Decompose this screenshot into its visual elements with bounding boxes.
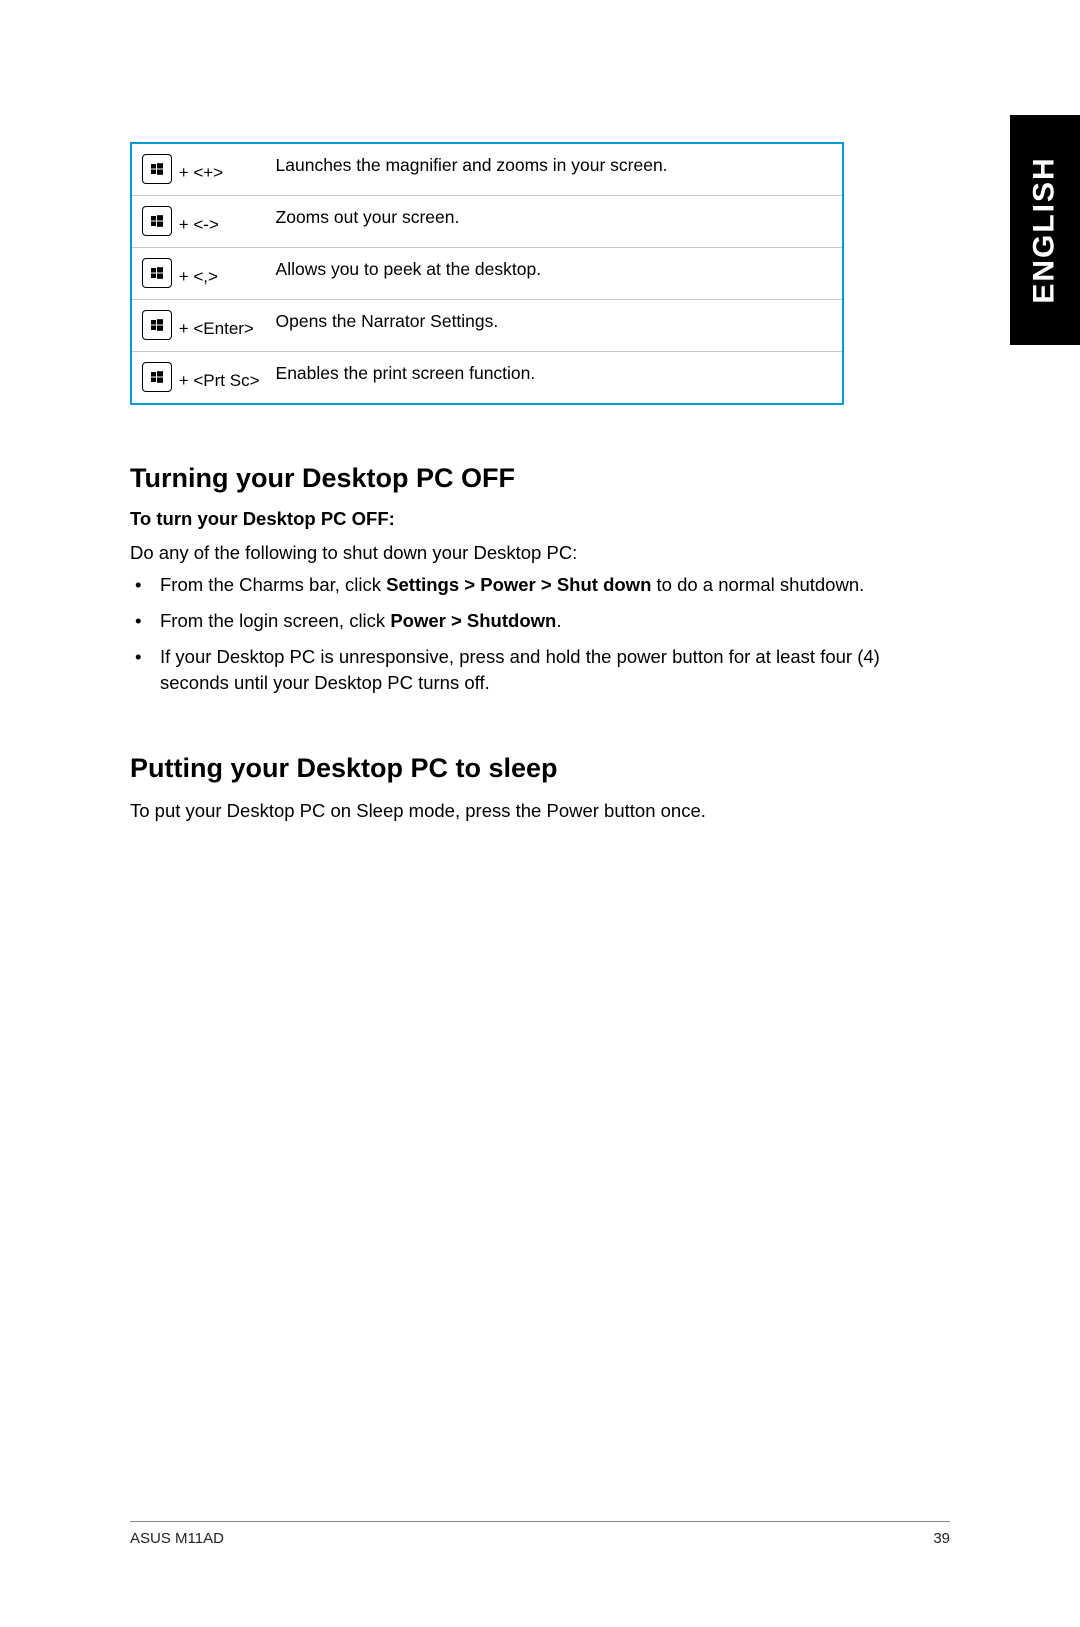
footer-model: ASUS M11AD [130, 1530, 224, 1547]
shortcut-desc: Opens the Narrator Settings. [268, 300, 843, 352]
key-combo: + <+> [174, 163, 223, 182]
language-label: ENGLISH [1028, 156, 1062, 303]
heading-sleep: Putting your Desktop PC to sleep [130, 753, 950, 784]
windows-key-icon [142, 154, 172, 184]
windows-key-icon [142, 362, 172, 392]
shortcut-desc: Zooms out your screen. [268, 196, 843, 248]
shortcut-desc: Launches the magnifier and zooms in your… [268, 143, 843, 196]
footer-page-number: 39 [933, 1530, 950, 1547]
list-item: If your Desktop PC is unresponsive, pres… [160, 644, 950, 696]
sleep-body: To put your Desktop PC on Sleep mode, pr… [130, 798, 950, 824]
key-combo: + <Prt Sc> [174, 371, 260, 390]
language-tab: ENGLISH [1010, 115, 1080, 345]
table-row: + <Prt Sc> Enables the print screen func… [131, 352, 843, 405]
page-content: + <+> Launches the magnifier and zooms i… [0, 0, 1080, 824]
page-footer: ASUS M11AD 39 [130, 1521, 950, 1547]
shortcut-desc: Allows you to peek at the desktop. [268, 248, 843, 300]
table-row: + <-> Zooms out your screen. [131, 196, 843, 248]
list-item: From the Charms bar, click Settings > Po… [160, 572, 950, 598]
key-combo: + <,> [174, 267, 218, 286]
windows-key-icon [142, 258, 172, 288]
shortcut-table: + <+> Launches the magnifier and zooms i… [130, 142, 844, 405]
table-row: + <+> Launches the magnifier and zooms i… [131, 143, 843, 196]
windows-key-icon [142, 310, 172, 340]
list-item: From the login screen, click Power > Shu… [160, 608, 950, 634]
table-row: + <,> Allows you to peek at the desktop. [131, 248, 843, 300]
key-combo: + <-> [174, 215, 219, 234]
turn-off-list: From the Charms bar, click Settings > Po… [130, 572, 950, 696]
shortcut-desc: Enables the print screen function. [268, 352, 843, 405]
intro-turn-off: Do any of the following to shut down you… [130, 540, 950, 566]
windows-key-icon [142, 206, 172, 236]
table-row: + <Enter> Opens the Narrator Settings. [131, 300, 843, 352]
heading-turn-off: Turning your Desktop PC OFF [130, 463, 950, 494]
subheading-turn-off: To turn your Desktop PC OFF: [130, 508, 950, 530]
key-combo: + <Enter> [174, 319, 254, 338]
